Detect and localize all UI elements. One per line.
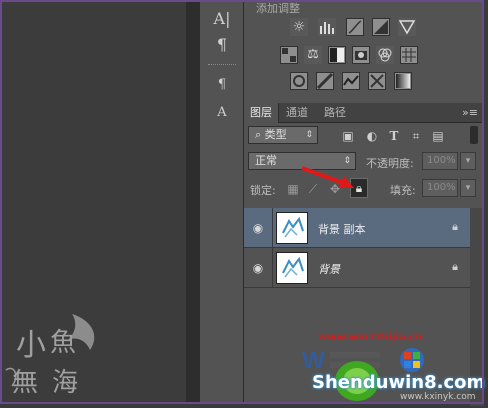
shape-filter-icon[interactable]: ⌗ xyxy=(408,128,424,144)
canvas-divider xyxy=(186,2,200,404)
paragraph-tool-icon[interactable]: ¶ xyxy=(208,32,236,58)
character-style-icon[interactable]: A xyxy=(208,100,236,126)
filter-kind-label: 类型 xyxy=(264,128,287,141)
black-white-icon[interactable] xyxy=(328,46,346,64)
tool-separator xyxy=(208,64,236,67)
channel-mixer-icon[interactable] xyxy=(376,46,394,64)
layer-thumbnail xyxy=(276,212,308,244)
selective-color-icon[interactable] xyxy=(368,72,386,90)
panel-menu-icon[interactable]: »≡ xyxy=(462,106,478,119)
fill-label: 填充: xyxy=(390,184,416,197)
tab-channels[interactable]: 通道 xyxy=(280,103,314,123)
layer-lock-icon: 🔒︎ xyxy=(452,260,458,273)
opacity-dropdown-button[interactable]: ▾ xyxy=(460,152,476,170)
blend-mode-value: 正常 xyxy=(255,154,277,167)
photo-filter-icon[interactable] xyxy=(352,46,370,64)
layer-row-background[interactable]: ◉ 背景 🔒︎ xyxy=(244,248,470,288)
curves-icon[interactable] xyxy=(346,18,364,36)
adjustment-filter-icon[interactable]: ◐ xyxy=(364,128,380,144)
search-icon: ⌕ xyxy=(255,128,262,141)
watermark-brand-text: Shenduwin8.com xyxy=(312,372,486,393)
fill-dropdown-button[interactable]: ▾ xyxy=(460,179,476,197)
visibility-eye-icon[interactable]: ◉ xyxy=(248,220,268,236)
color-lookup-icon[interactable] xyxy=(400,46,418,64)
logo-char: 小 xyxy=(16,328,46,363)
opacity-field[interactable]: 100% xyxy=(422,152,458,170)
pixel-filter-icon[interactable]: ▣ xyxy=(340,128,356,144)
paragraph-style-icon[interactable]: ¶ xyxy=(208,72,236,98)
watermark-site-text: www.win7zhijia.cn xyxy=(318,332,423,343)
adjustments-grid: ☼ ⚖ xyxy=(244,14,484,100)
visibility-eye-icon[interactable]: ◉ xyxy=(248,260,268,276)
updown-arrow-icon: ⇕ xyxy=(305,130,313,140)
opacity-label: 不透明度: xyxy=(366,157,414,170)
layer-lock-icon: 🔒︎ xyxy=(452,220,458,233)
eye-column-divider xyxy=(272,248,273,288)
svg-text:W: W xyxy=(302,347,325,374)
layer-row-background-copy[interactable]: ◉ 背景 副本 🔒︎ xyxy=(244,208,470,248)
hue-saturation-icon[interactable] xyxy=(280,46,298,64)
layers-panel-tabs: 图层 通道 路径 »≡ xyxy=(244,103,484,123)
character-tool-icon[interactable]: A| xyxy=(208,6,236,32)
red-arrow-annotation xyxy=(301,166,354,188)
tab-paths[interactable]: 路径 xyxy=(318,103,352,123)
layer-name: 背景 副本 xyxy=(318,223,366,236)
gradient-map-icon[interactable] xyxy=(394,72,412,90)
filter-kind-select[interactable]: ⌕ 类型 ⇕ xyxy=(248,126,318,144)
exposure-icon[interactable] xyxy=(372,18,390,36)
type-filter-icon[interactable]: T xyxy=(386,128,402,144)
color-balance-icon[interactable]: ⚖ xyxy=(304,46,322,64)
posterize-icon[interactable] xyxy=(316,72,334,90)
logo-char: 魚 xyxy=(50,328,77,358)
invert-icon[interactable] xyxy=(290,72,308,90)
filter-toggle[interactable] xyxy=(470,126,478,144)
eye-column-divider xyxy=(272,208,273,248)
logo-char: 無 xyxy=(12,368,39,398)
fill-field[interactable]: 100% xyxy=(422,179,458,197)
vibrance-icon[interactable] xyxy=(398,18,416,36)
lock-label: 锁定: xyxy=(250,184,276,197)
brightness-contrast-icon[interactable]: ☼ xyxy=(290,18,308,36)
watermark-sub-text: www.kxinyk.com xyxy=(400,392,476,402)
layer-thumbnail xyxy=(276,252,308,284)
watermark-logo: 小 魚 無 海 xyxy=(2,310,106,402)
levels-icon[interactable] xyxy=(318,18,336,36)
logo-char: 海 xyxy=(52,368,79,398)
tab-layers[interactable]: 图层 xyxy=(244,103,279,123)
layer-name: 背景 xyxy=(318,263,340,276)
smart-object-filter-icon[interactable]: ▤ xyxy=(430,128,446,144)
panels-area: 添加调整 ☼ ⚖ 图层 通道 路径 »≡ ⌕ 类型 ⇕ ▣ ◐ T ⌗ ▤ 正常… xyxy=(244,2,484,406)
tool-strip: A| ¶ ¶ A xyxy=(200,2,244,404)
threshold-icon[interactable] xyxy=(342,72,360,90)
